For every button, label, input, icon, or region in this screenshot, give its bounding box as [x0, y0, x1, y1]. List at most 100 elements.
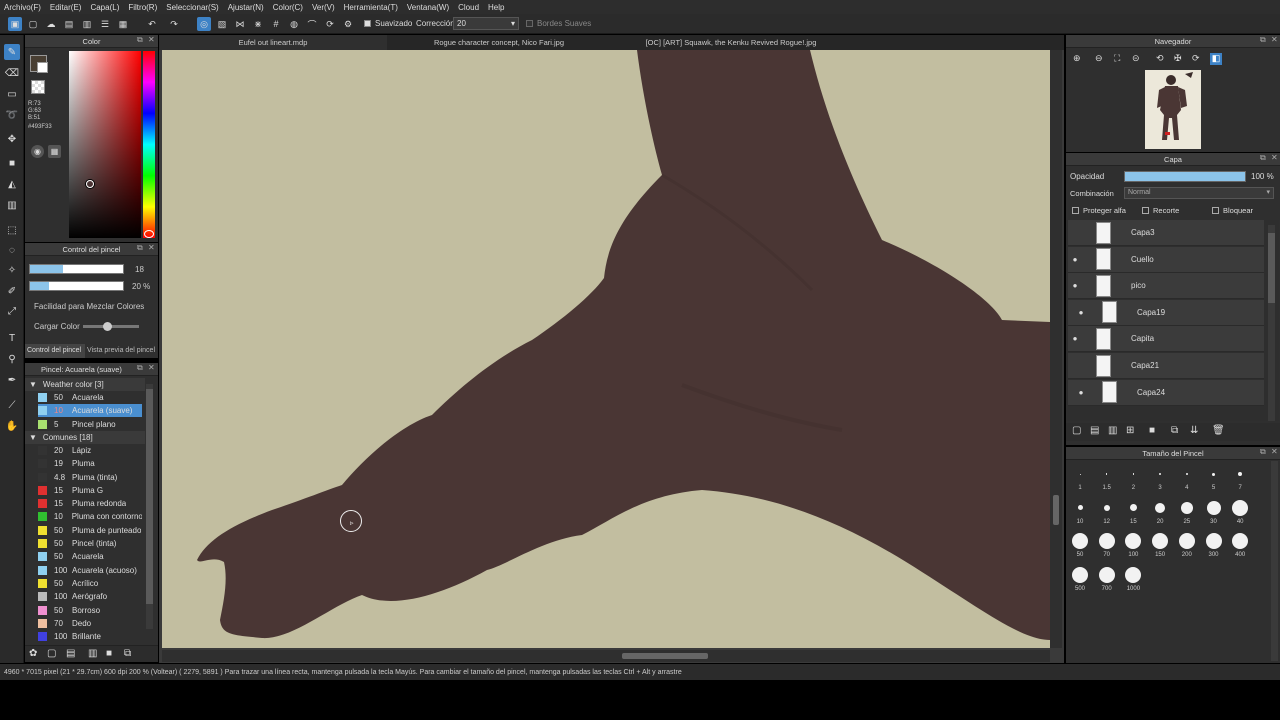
expand-icon[interactable]: ⧉ [1260, 153, 1266, 163]
select-lasso-icon[interactable]: ◌ [4, 242, 20, 258]
dropper-tool-icon[interactable]: ⚲ [4, 351, 20, 367]
brush-item[interactable]: 50 Pluma de punteado [38, 524, 142, 537]
new-brush-icon[interactable]: ▢ [47, 648, 56, 659]
grid-snap-icon[interactable]: # [269, 17, 283, 31]
brush-size-preset[interactable] [1212, 472, 1215, 476]
brush-item[interactable]: 70 Dedo [38, 617, 142, 630]
brush-item[interactable]: 10 Pluma con contorno [38, 510, 142, 523]
move-tool-icon[interactable]: ✥ [4, 131, 20, 147]
expand-icon[interactable]: ⧉ [137, 35, 143, 45]
layer-menu-icon[interactable]: ⊞ [1126, 425, 1134, 436]
clip-checkbox[interactable] [1142, 207, 1149, 214]
layer-row[interactable]: ● Cuello [1068, 246, 1264, 273]
tab-document-3[interactable]: [OC] [ART] Squawk, the Kenku Revived Rog… [611, 35, 851, 50]
brush-item[interactable]: 20 Lápiz [38, 444, 142, 457]
color-picker-cursor[interactable] [86, 180, 94, 188]
pen-tool-icon[interactable]: ✒ [4, 372, 20, 388]
list-icon[interactable]: ☰ [98, 17, 112, 31]
brush-size-preset[interactable] [1098, 566, 1115, 583]
brush-size-preset[interactable] [1232, 499, 1249, 516]
close-icon[interactable]: ✕ [1271, 153, 1278, 162]
hue-slider[interactable] [143, 51, 155, 238]
close-icon[interactable]: ✕ [148, 363, 155, 372]
drawing-canvas[interactable] [162, 50, 1050, 648]
new-raster-layer-icon[interactable]: ▢ [1072, 425, 1081, 436]
vertical-scroll-thumb[interactable] [1053, 495, 1059, 525]
brush-size-preset[interactable] [1206, 500, 1221, 515]
gradient-tool-icon[interactable]: ▥ [4, 197, 20, 213]
brush-size-preset[interactable] [1077, 505, 1083, 510]
cloud-icon[interactable]: ☁ [44, 17, 58, 31]
horizontal-scroll-thumb[interactable] [622, 653, 708, 659]
smooth-checkbox[interactable] [364, 20, 371, 27]
canvas-vertical-scrollbar[interactable] [1050, 50, 1062, 648]
brush-item[interactable]: 4.8 Pluma (tinta) [38, 471, 142, 484]
transparent-swatch[interactable] [31, 80, 45, 94]
hue-slider-handle[interactable] [144, 230, 154, 238]
menu-item[interactable]: Filtro(R) [128, 3, 157, 12]
visibility-icon[interactable]: ● [1068, 334, 1082, 343]
brush-item[interactable]: 50 Acrílico [38, 577, 142, 590]
layer-scroll-thumb[interactable] [1268, 233, 1275, 303]
brush-group-header[interactable]: ▼ Comunes [18] [25, 430, 145, 444]
brush-size-preset[interactable] [1079, 473, 1081, 475]
brush-opacity-slider[interactable] [29, 281, 124, 291]
layer-row[interactable]: Capa21 [1068, 353, 1264, 379]
visibility-icon[interactable]: ● [1074, 308, 1088, 317]
brush-item[interactable]: 10 Acuarela (suave) [38, 404, 142, 418]
brush-size-preset[interactable] [1129, 504, 1137, 511]
expand-icon[interactable]: ⧉ [137, 363, 143, 373]
new-layer-icon[interactable]: ▥ [1108, 425, 1117, 436]
background-color-swatch[interactable] [37, 62, 48, 73]
pipette-tool-icon[interactable]: ⟋ [4, 397, 20, 413]
brush-item[interactable]: 5 Pincel plano [38, 418, 142, 431]
view-toggle-icon[interactable]: ◧ [1210, 53, 1222, 65]
text-tool-icon[interactable]: T [4, 330, 20, 346]
load-color-handle[interactable] [103, 322, 112, 331]
curve-icon[interactable]: ⌒ [305, 17, 319, 31]
layer-row[interactable]: ● pico [1068, 273, 1264, 300]
eraser-tool-icon[interactable]: ⌫ [4, 65, 20, 81]
navigator-preview[interactable] [1145, 70, 1201, 149]
brush-tool-icon[interactable]: ✎ [4, 44, 20, 60]
brush-item[interactable]: 50 Acuarela [38, 550, 142, 563]
brush-size-preset[interactable] [1180, 501, 1193, 514]
blend-mode-select[interactable]: Normal ▾ [1124, 187, 1274, 199]
zoom-out-icon[interactable]: ⊖ [1095, 53, 1103, 64]
brush-item[interactable]: 15 Pluma redonda [38, 497, 142, 510]
close-icon[interactable]: ✕ [1271, 35, 1278, 44]
menu-item[interactable]: Ajustar(N) [228, 3, 264, 12]
visibility-icon[interactable]: ● [1074, 388, 1088, 397]
tab-document-1[interactable]: Eufel out lineart.mdp [159, 35, 387, 50]
brush-size-scrollbar[interactable] [1271, 461, 1278, 661]
duplicate-layer-icon[interactable]: ⧉ [1171, 425, 1178, 436]
tab-brush-control[interactable]: Control del pincel [25, 344, 85, 358]
fit-icon[interactable]: ⛶ [1114, 53, 1120, 64]
magic-wand-icon[interactable]: ✧ [4, 262, 20, 278]
circle-ruler-icon[interactable]: ◍ [287, 17, 301, 31]
soft-edges-checkbox[interactable] [526, 20, 533, 27]
brush-item[interactable]: 19 Pluma [38, 457, 142, 470]
brush-item[interactable]: 50 Pincel (tinta) [38, 537, 142, 550]
brush-group-header[interactable]: ▼ Weather color [3] [25, 378, 145, 391]
close-icon[interactable]: ✕ [148, 243, 155, 252]
menu-item[interactable]: Capa(L) [90, 3, 119, 12]
brush-size-preset[interactable] [1072, 533, 1088, 549]
settings-icon[interactable]: ⚙ [341, 17, 355, 31]
brush-list-scrollbar[interactable] [146, 384, 153, 629]
bucket-tool-icon[interactable]: ◭ [4, 176, 20, 192]
brush-item[interactable]: 100 Brillante [38, 630, 142, 643]
transform-icon[interactable]: ⤢ [4, 303, 20, 319]
redo-icon[interactable]: ↷ [167, 17, 181, 31]
menu-item[interactable]: Herramienta(T) [344, 3, 398, 12]
flip-icon[interactable]: ✠ [1174, 53, 1182, 64]
lock-checkbox[interactable] [1212, 207, 1219, 214]
brush-size-preset[interactable] [1178, 533, 1195, 549]
brush-size-slider[interactable] [29, 264, 124, 274]
folder-icon[interactable]: ■ [1149, 425, 1155, 436]
protect-alpha-checkbox[interactable] [1072, 207, 1079, 214]
pen-select-icon[interactable]: ✐ [4, 283, 20, 299]
brush-size-preset[interactable] [1132, 473, 1135, 475]
rotate-right-icon[interactable]: ⟳ [1192, 53, 1200, 64]
menu-item[interactable]: Editar(E) [50, 3, 82, 12]
